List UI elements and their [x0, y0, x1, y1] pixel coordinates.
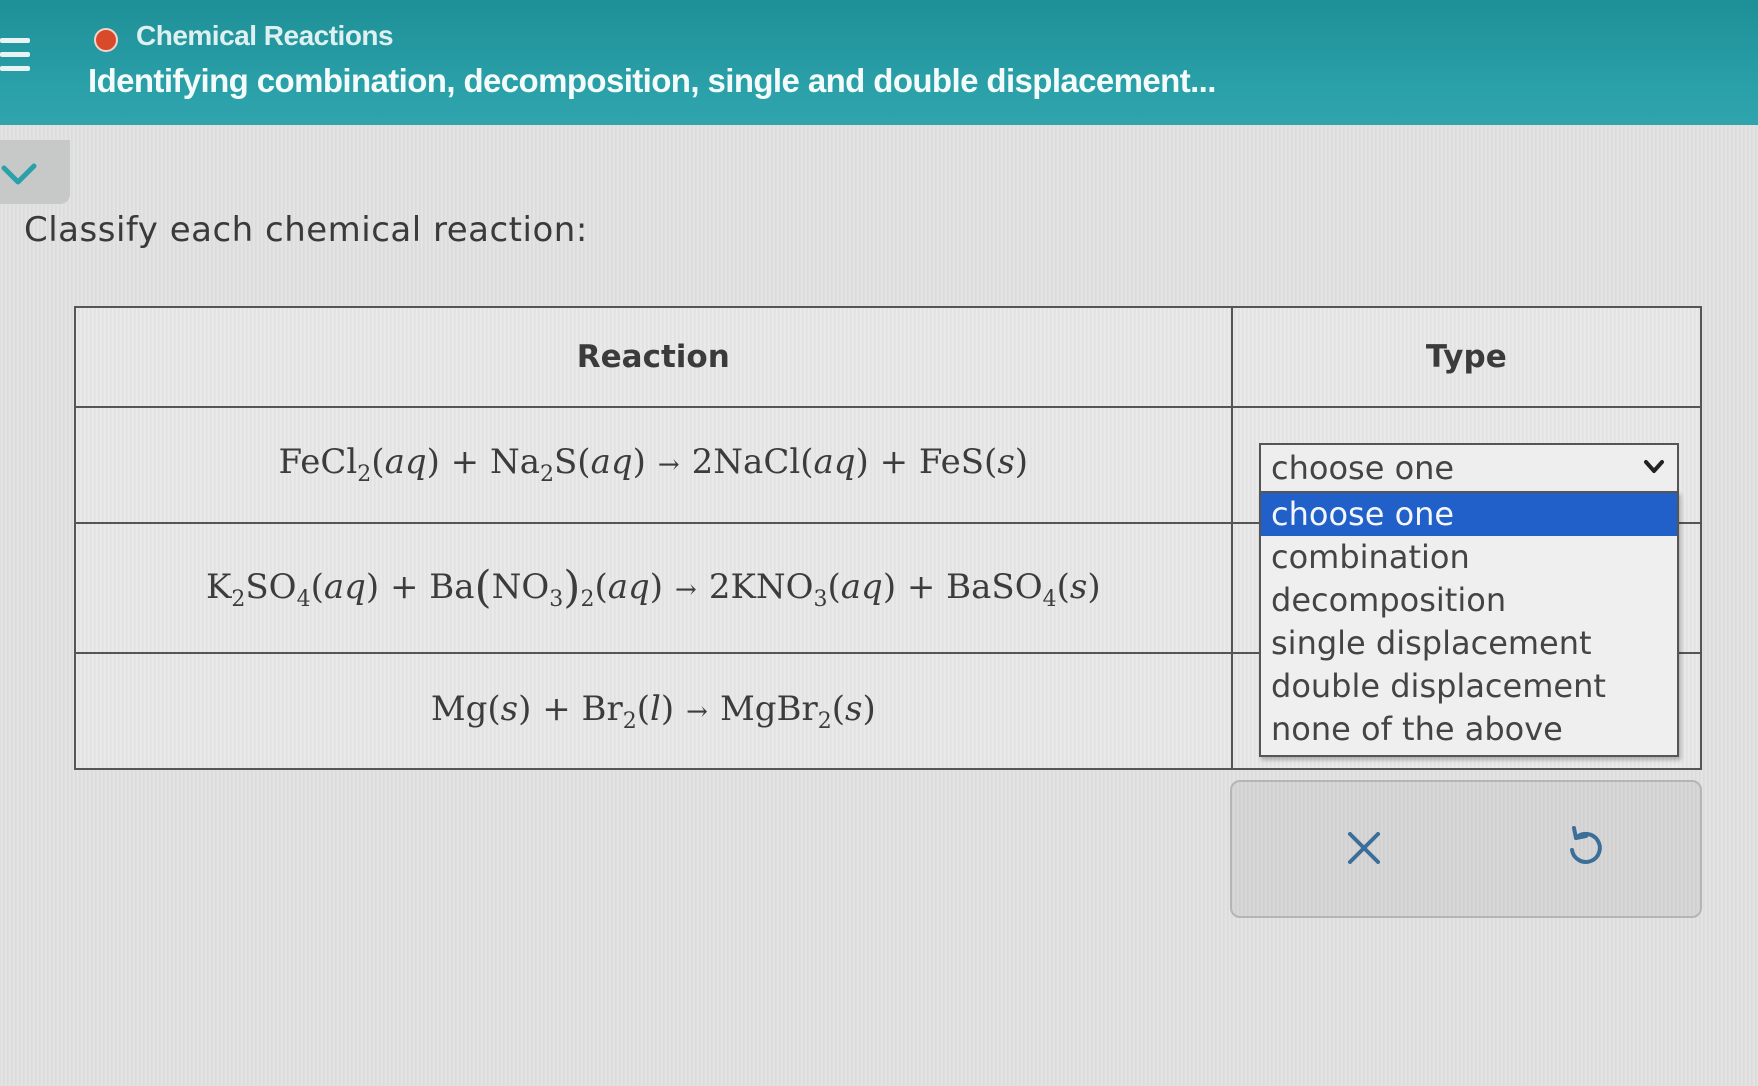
collapse-toggle-button[interactable]	[0, 140, 70, 204]
type-select-dropdown[interactable]: choose one	[1259, 443, 1679, 493]
breadcrumb: Chemical Reactions	[136, 20, 394, 51]
reaction-equation-1: FeCl2(aq) + Na2S(aq) → 2NaCl(aq) + FeS(s)	[74, 406, 1233, 524]
column-header-reaction: Reaction	[74, 306, 1233, 408]
chevron-down-icon	[1, 163, 37, 185]
option-double-displacement[interactable]: double displacement	[1261, 665, 1677, 708]
page-title: Identifying combination, decomposition, …	[88, 62, 1216, 99]
question-prompt: Classify each chemical reaction:	[24, 210, 588, 250]
answer-actions-panel	[1230, 780, 1702, 918]
type-options-list: choose one combination decomposition sin…	[1259, 491, 1679, 757]
menu-icon[interactable]	[0, 38, 34, 82]
table-header-row: Reaction Type	[74, 306, 1703, 408]
option-choose-one[interactable]: choose one	[1261, 493, 1677, 536]
column-header-type: Type	[1230, 306, 1703, 408]
reset-button[interactable]	[1552, 816, 1616, 880]
option-combination[interactable]: combination	[1261, 536, 1677, 579]
reaction-equation-2: K2SO4(aq) + Ba(NO3)2(aq) → 2KNO3(aq) + BaS…	[74, 521, 1233, 655]
chevron-down-icon	[1644, 460, 1664, 473]
undo-icon	[1570, 826, 1602, 864]
clear-button[interactable]	[1332, 816, 1396, 880]
option-none-of-the-above[interactable]: none of the above	[1261, 708, 1677, 751]
option-decomposition[interactable]: decomposition	[1261, 579, 1677, 622]
reaction-equation-3: Mg(s) + Br2(l) → MgBr2(s)	[74, 652, 1233, 770]
close-icon	[1348, 832, 1380, 864]
header-bar: Chemical Reactions Identifying combinati…	[0, 0, 1758, 125]
option-single-displacement[interactable]: single displacement	[1261, 622, 1677, 665]
status-dot-icon	[94, 28, 118, 52]
type-select-value: choose one	[1271, 449, 1455, 487]
